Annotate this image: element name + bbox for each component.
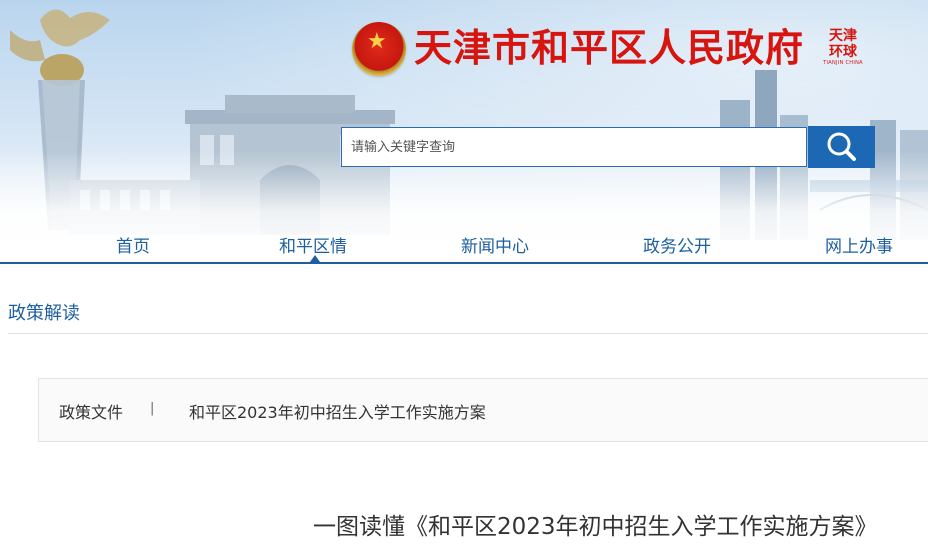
site-title: 天津市和平区人民政府 — [414, 25, 805, 70]
national-emblem-icon: ★ — [352, 22, 406, 76]
section-divider — [8, 333, 928, 334]
section-title: 政策解读 — [8, 303, 80, 324]
nav-item-news-center[interactable]: 新闻中心 — [461, 232, 529, 257]
tianjin-seal-logo: 天津 环球 TIANJIN CHINA — [822, 28, 864, 74]
article-title: 一图读懂《和平区2023年初中招生入学工作实施方案》 — [313, 514, 878, 540]
breadcrumb: 政策文件 | 和平区2023年初中招生入学工作实施方案 — [38, 378, 928, 442]
search-input[interactable] — [341, 127, 807, 167]
nav-active-indicator — [310, 255, 320, 262]
main-nav: 首页 和平区情 新闻中心 政务公开 网上办事 — [0, 228, 928, 262]
seal-text-line2: 环球 — [829, 44, 857, 60]
breadcrumb-separator: | — [150, 401, 155, 416]
header-banner: ★ 天津市和平区人民政府 天津 环球 TIANJIN CHINA 首页 和平区情… — [0, 0, 928, 262]
seal-subtitle: TIANJIN CHINA — [823, 60, 863, 66]
breadcrumb-document-title: 和平区2023年初中招生入学工作实施方案 — [189, 403, 486, 422]
search-icon — [827, 132, 856, 161]
breadcrumb-category-link[interactable]: 政策文件 — [59, 399, 123, 423]
nav-item-online-services[interactable]: 网上办事 — [825, 232, 893, 257]
search-button[interactable] — [808, 126, 875, 168]
nav-item-home[interactable]: 首页 — [116, 232, 150, 257]
nav-divider — [0, 262, 928, 264]
seal-text-line1: 天津 — [829, 28, 857, 44]
nav-item-government-affairs[interactable]: 政务公开 — [643, 232, 711, 257]
nav-item-district-info[interactable]: 和平区情 — [279, 232, 347, 257]
